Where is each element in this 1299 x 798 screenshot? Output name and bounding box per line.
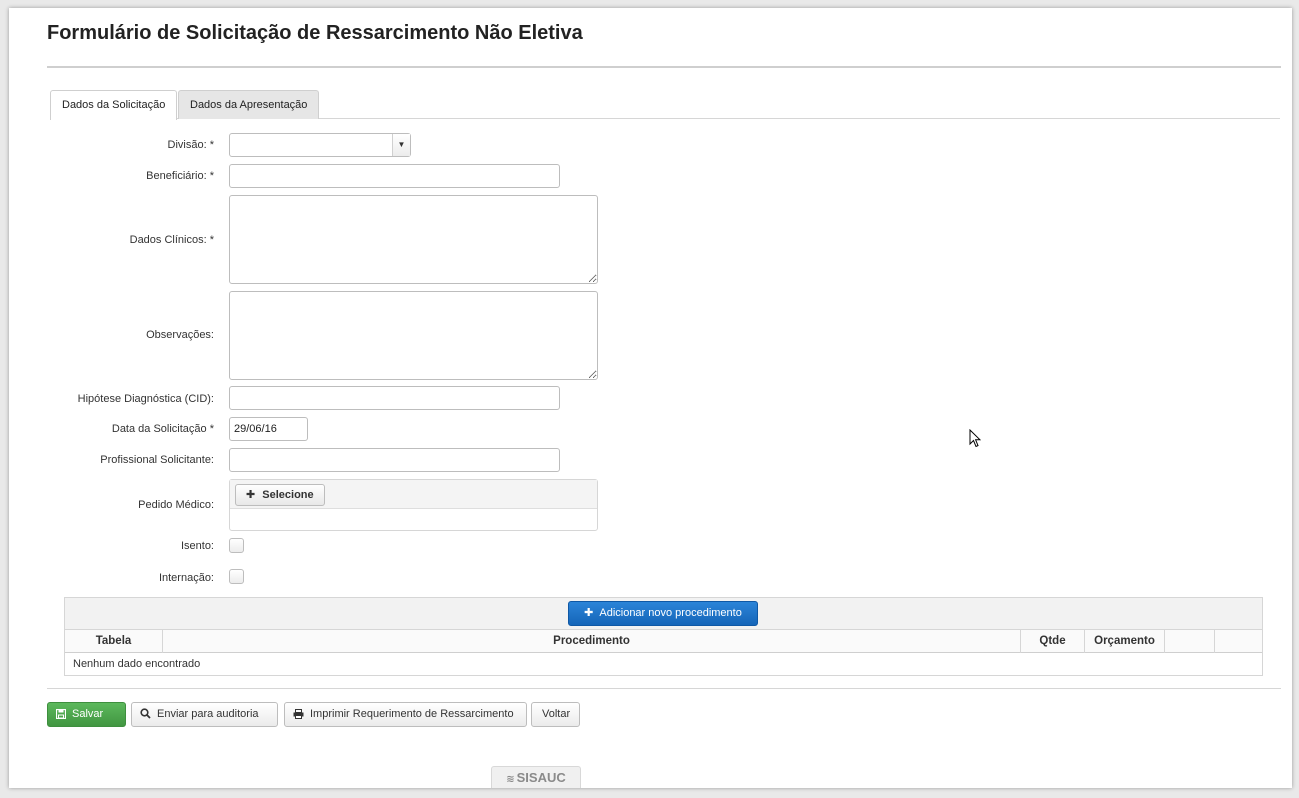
tab-dados-apresentacao[interactable]: Dados da Apresentação	[178, 90, 320, 119]
send-audit-label: Enviar para auditoria	[157, 708, 259, 720]
data-solicitacao-label: Data da Solicitação *	[111, 423, 214, 435]
send-audit-button[interactable]: Enviar para auditoria	[131, 702, 278, 727]
internacao-checkbox[interactable]	[229, 569, 244, 584]
profissional-label: Profissional Solicitante:	[100, 454, 214, 466]
back-label: Voltar	[542, 708, 571, 720]
divisao-label: Divisão: *	[167, 139, 214, 151]
hipotese-input[interactable]	[229, 386, 560, 410]
add-procedure-button[interactable]: ✚ Adicionar novo procedimento	[568, 601, 758, 626]
search-icon	[140, 708, 151, 719]
tab-bar: Dados da Solicitação Dados da Apresentaç…	[50, 90, 1280, 120]
plus-icon: ✚	[584, 607, 594, 619]
floppy-icon	[55, 708, 67, 720]
back-button[interactable]: Voltar	[531, 702, 580, 727]
data-solicitacao-input[interactable]	[229, 417, 308, 441]
empty-message: Nenhum dado encontrado	[73, 658, 201, 670]
observacoes-label: Observações:	[146, 329, 214, 341]
chevron-down-icon[interactable]: ▼	[392, 134, 410, 156]
add-procedure-label: Adicionar novo procedimento	[599, 607, 742, 619]
observacoes-textarea[interactable]	[229, 291, 598, 380]
mouse-cursor-icon	[969, 429, 981, 448]
page-title: Formulário de Solicitação de Ressarcimen…	[47, 22, 583, 44]
title-divider	[47, 66, 1281, 68]
isento-label: Isento:	[180, 540, 214, 552]
column-qtde[interactable]: Qtde	[1021, 630, 1085, 653]
beneficiario-label: Beneficiário: *	[146, 170, 214, 182]
wings-icon: ≋	[506, 774, 515, 785]
dados-clinicos-label: Dados Clínicos: *	[129, 234, 214, 246]
sisauc-label: SISAUC	[516, 770, 566, 785]
sisauc-logo: ≋ SISAUC	[491, 766, 581, 788]
column-tabela[interactable]: Tabela	[65, 630, 163, 653]
save-button[interactable]: Salvar	[47, 702, 126, 727]
pedido-medico-upload: ✚ Selecione	[229, 479, 598, 531]
print-label: Imprimir Requerimento de Ressarcimento	[310, 708, 514, 720]
selecione-label: Selecione	[262, 489, 314, 501]
save-label: Salvar	[72, 708, 104, 720]
selecione-button[interactable]: ✚ Selecione	[235, 484, 325, 506]
internacao-label: Internação:	[158, 572, 214, 584]
column-actions	[1165, 630, 1215, 653]
procedures-table: ✚ Adicionar novo procedimento Tabela Proc…	[64, 597, 1263, 676]
plus-icon: ✚	[246, 489, 256, 501]
dados-clinicos-textarea[interactable]	[229, 195, 598, 284]
isento-checkbox[interactable]	[229, 538, 244, 553]
column-orcamento[interactable]: Orçamento	[1085, 630, 1165, 653]
profissional-input[interactable]	[229, 448, 560, 472]
column-procedimento[interactable]: Procedimento	[163, 630, 1021, 653]
procedures-toolbar: ✚ Adicionar novo procedimento	[65, 598, 1262, 630]
table-header: Tabela Procedimento Qtde Orçamento	[65, 630, 1262, 653]
pedido-medico-label: Pedido Médico:	[138, 499, 214, 511]
upload-toolbar: ✚ Selecione	[230, 480, 597, 509]
beneficiario-input[interactable]	[229, 164, 560, 188]
form-panel: Formulário de Solicitação de Ressarcimen…	[9, 8, 1292, 788]
print-button[interactable]: Imprimir Requerimento de Ressarcimento	[284, 702, 527, 727]
hipotese-label: Hipótese Diagnóstica (CID):	[77, 393, 214, 405]
divisao-select[interactable]: ▼	[229, 133, 411, 157]
actions-divider	[47, 688, 1281, 689]
print-icon	[293, 709, 304, 719]
tab-dados-solicitacao[interactable]: Dados da Solicitação	[50, 90, 178, 120]
